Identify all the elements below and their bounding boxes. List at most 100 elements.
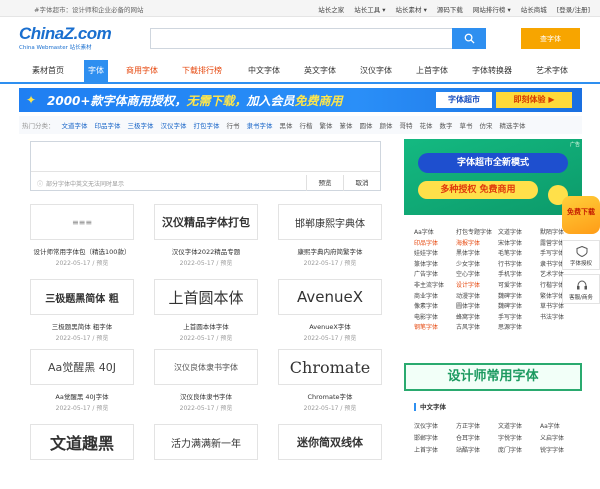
font-card[interactable]: 三极题黑简体 粗 三极题黑简体 粗字体 2022-05-17 / 预览 [30, 279, 134, 344]
cancel-button[interactable]: 取消 [343, 175, 380, 191]
font-card-title[interactable]: 汉仪良体隶书字体 [154, 391, 258, 401]
font-card[interactable]: ≡≡≡ 设计师常用字体包（精选100款） 2022-05-17 / 预览 [30, 204, 134, 269]
font-tag[interactable]: 空心字体 [456, 269, 498, 280]
font-tag[interactable]: 魏碑字体 [498, 301, 540, 312]
font-preview-image[interactable]: Chromate [278, 349, 382, 385]
font-tag[interactable]: Aa字体 [414, 227, 456, 238]
font-tag[interactable]: 圆体字体 [456, 301, 498, 312]
top-link-mall[interactable]: 站长商城 [521, 4, 547, 14]
cn-font-link[interactable]: 字悦字体 [498, 433, 540, 445]
nav-commercial-font[interactable]: 商用字体 [122, 60, 162, 82]
font-preview-image[interactable]: ≡≡≡ [30, 204, 134, 240]
preview-text-input[interactable] [31, 142, 380, 172]
font-tag[interactable]: 电影字体 [414, 312, 456, 323]
font-tag[interactable]: 娃娃字体 [414, 248, 456, 259]
top-link-chinaz[interactable]: 站长之家 [318, 4, 344, 14]
cn-font-link[interactable]: 锐字字体 [540, 445, 582, 457]
font-tag[interactable]: 非主流字体 [414, 280, 456, 291]
cn-font-link[interactable]: 站酷字体 [456, 445, 498, 457]
font-tag[interactable]: 宋体字体 [498, 238, 540, 249]
hot-cat[interactable]: 颜体 [380, 120, 393, 130]
font-preview-image[interactable]: 三极题黑简体 粗 [30, 279, 134, 315]
font-tag[interactable]: 设计字体 [456, 280, 498, 291]
nav-art-font[interactable]: 艺术字体 [532, 60, 572, 82]
hot-cat[interactable]: 数字 [440, 120, 453, 130]
font-tag[interactable]: 动漫字体 [456, 291, 498, 302]
top-link-sucai[interactable]: 站长素材 ▾ [396, 4, 427, 14]
font-card[interactable]: Aa觉醒黑 40J Aa觉醒黑 40J字体 2022-05-17 / 预览 [30, 349, 134, 414]
font-tag[interactable]: 海报字体 [456, 238, 498, 249]
cn-font-link[interactable]: 邯郸字体 [414, 433, 456, 445]
top-link-source[interactable]: 源码下载 [437, 4, 463, 14]
hot-cat[interactable]: 草书 [460, 120, 473, 130]
cn-font-link[interactable]: 义启字体 [540, 433, 582, 445]
font-preview-image[interactable]: 邯郸康熙字典体 [278, 204, 382, 240]
font-tag[interactable]: 钢笔字体 [414, 322, 456, 333]
font-tag[interactable]: 少女字体 [456, 259, 498, 270]
hot-cat[interactable]: 篆体 [340, 120, 353, 130]
font-tag[interactable]: 广告字体 [414, 269, 456, 280]
cn-font-link[interactable]: 仓耳字体 [456, 433, 498, 445]
hot-cat[interactable]: 花体 [420, 120, 433, 130]
font-card[interactable]: 活力满满新一年 [154, 424, 258, 489]
cn-font-link[interactable]: 汉仪字体 [414, 421, 456, 433]
font-tag[interactable]: 蜂窝字体 [456, 312, 498, 323]
font-preview-image[interactable]: 汉仪良体隶书字体 [154, 349, 258, 385]
hot-cat[interactable]: 仿宋 [480, 120, 493, 130]
font-card-title[interactable]: 上首圆本体字体 [154, 321, 258, 331]
font-tag[interactable]: 思源字体 [498, 322, 540, 333]
login-register-link[interactable]: [登录/注册] [557, 4, 590, 14]
promo-banner[interactable]: ✦ 2000+款字体商用授权，无需下载，加入会员免费商用 字体超市 即刻体验 ▶ [19, 88, 582, 112]
hot-cat[interactable]: 繁体 [320, 120, 333, 130]
font-tag[interactable]: 古风字体 [456, 322, 498, 333]
designer-fonts-banner[interactable]: 设计师常用字体 [404, 363, 582, 391]
font-card[interactable]: 汉仪良体隶书字体 汉仪良体隶书字体 2022-05-17 / 预览 [154, 349, 258, 414]
font-tag[interactable]: 手机字体 [498, 269, 540, 280]
font-tag[interactable]: 印品字体 [414, 238, 456, 249]
font-tag[interactable]: 书法字体 [540, 312, 582, 323]
search-input[interactable] [150, 28, 452, 49]
font-card-title[interactable]: 汉仪字体2022精品专题 [154, 246, 258, 256]
nav-home[interactable]: 素材首页 [26, 60, 70, 82]
cn-font-link[interactable]: 方正字体 [456, 421, 498, 433]
find-font-button[interactable]: 查字体 [521, 28, 580, 49]
top-link-tools[interactable]: 站长工具 ▾ [354, 4, 385, 14]
font-preview-image[interactable]: 活力满满新一年 [154, 424, 258, 460]
nav-font[interactable]: 字体 [84, 60, 108, 82]
nav-font-converter[interactable]: 字体转换器 [468, 60, 516, 82]
font-license-button[interactable]: 字体授权 [562, 240, 600, 270]
font-card[interactable]: AvenueX AvenueX字体 2022-05-17 / 预览 [278, 279, 382, 344]
font-card[interactable]: 汉仪精品字体打包 汉仪字体2022精品专题 2022-05-17 / 预览 [154, 204, 258, 269]
customer-service-button[interactable]: 客服/商务 [562, 274, 600, 304]
hot-cat[interactable]: 三极字体 [128, 120, 154, 130]
font-preview-image[interactable]: AvenueX [278, 279, 382, 315]
nav-english-font[interactable]: 英文字体 [300, 60, 340, 82]
hot-cat[interactable]: 行楷 [300, 120, 313, 130]
font-card[interactable]: 邯郸康熙字典体 康熙字典内府简繁字体 2022-05-17 / 预览 [278, 204, 382, 269]
nav-chinese-font[interactable]: 中文字体 [244, 60, 284, 82]
font-card[interactable]: Chromate Chromate字体 2022-05-17 / 预览 [278, 349, 382, 414]
font-preview-image[interactable]: 汉仪精品字体打包 [154, 204, 258, 240]
top-link-rank[interactable]: 网站排行榜 ▾ [473, 4, 511, 14]
font-tag[interactable]: 篆体字体 [414, 259, 456, 270]
font-tag[interactable]: 文道字体 [498, 227, 540, 238]
font-card-title[interactable]: AvenueX字体 [278, 321, 382, 331]
nav-hanyi-font[interactable]: 汉仪字体 [356, 60, 396, 82]
font-card[interactable]: 迷你简双线体 [278, 424, 382, 489]
font-card-title[interactable]: 三极题黑简体 粗字体 [30, 321, 134, 331]
font-preview-image[interactable]: 文道趣黑 [30, 424, 134, 460]
font-card-title[interactable]: 康熙字典内府简繁字体 [278, 246, 382, 256]
hot-cat[interactable]: 隶书字体 [247, 120, 273, 130]
hot-cat[interactable]: 黑体 [280, 120, 293, 130]
hot-cat[interactable]: 哥特 [400, 120, 413, 130]
search-button[interactable] [452, 28, 486, 49]
hot-cat[interactable]: 印品字体 [95, 120, 121, 130]
hot-cat[interactable]: 圆体 [360, 120, 373, 130]
hot-cat[interactable]: 精选字体 [500, 120, 526, 130]
preview-button[interactable]: 预览 [306, 175, 343, 191]
hot-cat[interactable]: 行书 [227, 120, 240, 130]
font-tag[interactable]: 黑体字体 [456, 248, 498, 259]
font-tag[interactable]: 魏碑字体 [498, 291, 540, 302]
site-logo[interactable]: ChinaZ.com China Webmaster 站长素材 [19, 25, 112, 51]
cn-font-link[interactable]: 上首字体 [414, 445, 456, 457]
